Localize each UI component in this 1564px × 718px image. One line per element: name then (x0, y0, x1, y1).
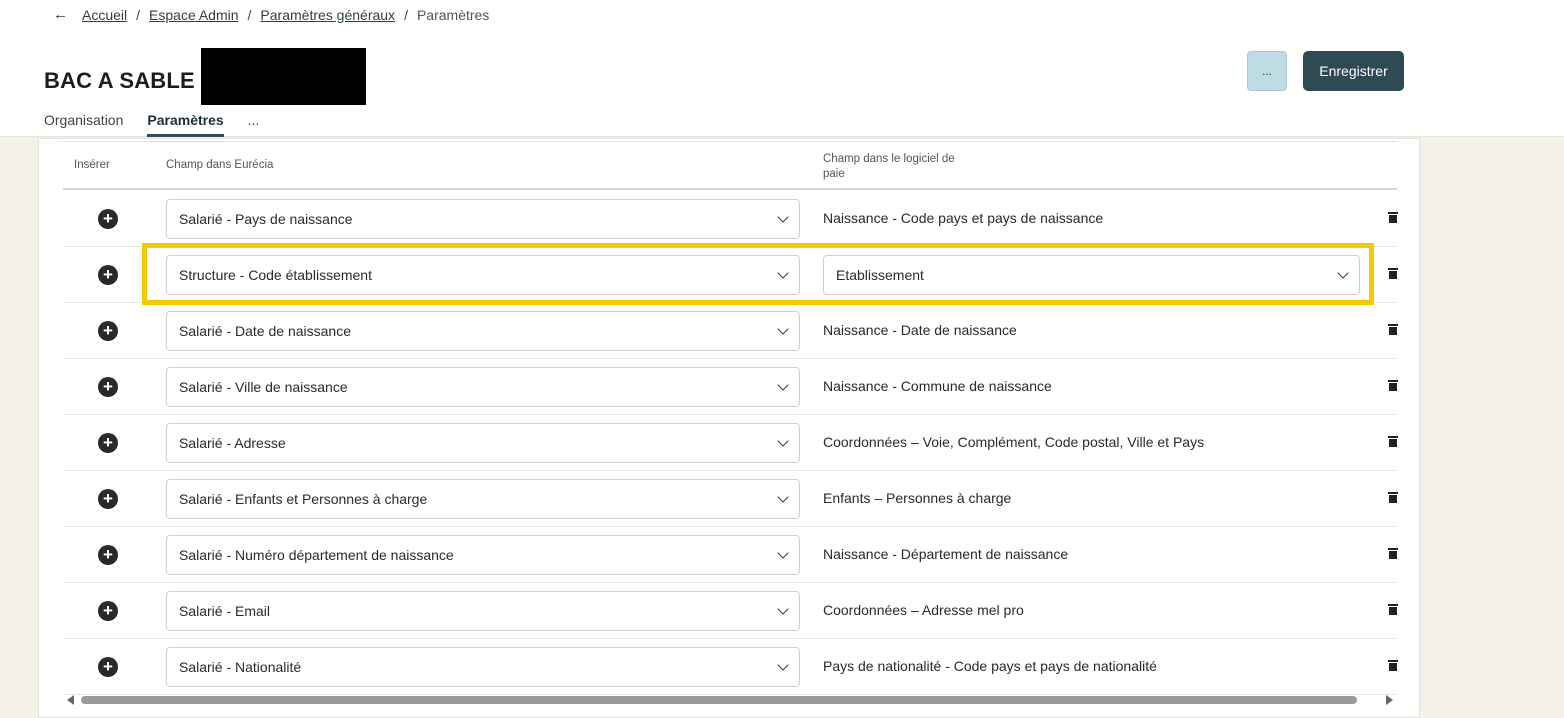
table-row: + Salarié - Email Coordonnées – Adresse … (63, 583, 1398, 639)
breadcrumb-separator: / (247, 6, 252, 23)
breadcrumb-separator: / (136, 6, 141, 23)
header-insert: Insérer (74, 159, 110, 171)
plus-circle-icon[interactable]: + (98, 657, 118, 677)
breadcrumb-accueil[interactable]: Accueil (82, 7, 127, 23)
select-value: Salarié - Pays de naissance (179, 211, 353, 227)
select-value: Salarié - Adresse (179, 435, 286, 451)
eurecia-field-select[interactable]: Salarié - Enfants et Personnes à charge (166, 479, 800, 519)
paie-field-value: Coordonnées – Voie, Complément, Code pos… (823, 434, 1205, 450)
breadcrumb-espace-admin[interactable]: Espace Admin (149, 7, 239, 23)
paie-field-value: Enfants – Personnes à charge (823, 490, 1012, 506)
table-row: + Structure - Code établissement Etablis… (63, 247, 1398, 303)
chevron-down-icon (777, 547, 789, 559)
trash-icon[interactable] (1388, 324, 1398, 335)
plus-circle-icon[interactable]: + (98, 321, 118, 341)
eurecia-field-select[interactable]: Salarié - Numéro département de naissanc… (166, 535, 800, 575)
more-options-button[interactable]: ... (1247, 51, 1287, 91)
chevron-down-icon (777, 435, 789, 447)
eurecia-field-select[interactable]: Salarié - Ville de naissance (166, 367, 800, 407)
tab-bar: Organisation Paramètres ... (44, 112, 283, 137)
chevron-down-icon (1337, 267, 1349, 279)
table-row: + Salarié - Date de naissance Naissance … (63, 303, 1398, 359)
tab-more[interactable]: ... (248, 112, 260, 137)
breadcrumb-current: Paramètres (416, 6, 490, 23)
select-value: Etablissement (836, 267, 924, 283)
trash-icon[interactable] (1388, 380, 1398, 391)
breadcrumb-separator: / (404, 6, 408, 23)
table-row: + Salarié - Pays de naissance Naissance … (63, 191, 1398, 247)
eurecia-field-select[interactable]: Salarié - Pays de naissance (166, 199, 800, 239)
plus-circle-icon[interactable]: + (98, 433, 118, 453)
tab-organisation[interactable]: Organisation (44, 112, 123, 137)
paie-field-value: Naissance - Code pays et pays de naissan… (823, 210, 1104, 226)
chevron-down-icon (777, 267, 789, 279)
plus-circle-icon[interactable]: + (98, 489, 118, 509)
table-row: + Salarié - Adresse Coordonnées – Voie, … (63, 415, 1398, 471)
top-header: ← Accueil / Espace Admin / Paramètres gé… (0, 0, 1564, 137)
paie-field-value: Coordonnées – Adresse mel pro (823, 602, 1024, 618)
paie-field-select[interactable]: Etablissement (823, 255, 1360, 295)
eurecia-field-select[interactable]: Salarié - Date de naissance (166, 311, 800, 351)
select-value: Salarié - Nationalité (179, 659, 302, 675)
scroll-left-icon[interactable] (67, 695, 74, 705)
eurecia-field-select[interactable]: Structure - Code établissement (166, 255, 800, 295)
eurecia-field-select[interactable]: Salarié - Nationalité (166, 647, 800, 687)
table-row: + Salarié - Ville de naissance Naissance… (63, 359, 1398, 415)
plus-circle-icon[interactable]: + (98, 265, 118, 285)
breadcrumb: ← Accueil / Espace Admin / Paramètres gé… (53, 6, 489, 23)
tab-parametres[interactable]: Paramètres (147, 112, 224, 137)
table-row: + Salarié - Nationalité Pays de national… (63, 639, 1398, 695)
trash-icon[interactable] (1388, 436, 1398, 447)
header-eurecia-field: Champ dans Eurécia (166, 159, 274, 171)
redacted-block (201, 48, 366, 105)
chevron-down-icon (777, 211, 789, 223)
table-header: Insérer Champ dans Eurécia Champ dans le… (63, 141, 1397, 190)
chevron-down-icon (777, 659, 789, 671)
trash-icon[interactable] (1388, 548, 1398, 559)
plus-circle-icon[interactable]: + (98, 545, 118, 565)
header-paie-field: Champ dans le logiciel de paie (823, 153, 955, 180)
paie-field-value: Pays de nationalité - Code pays et pays … (823, 658, 1157, 674)
table-row: + Salarié - Numéro département de naissa… (63, 527, 1398, 583)
trash-icon[interactable] (1388, 660, 1398, 671)
page-title: BAC A SABLE (44, 68, 195, 93)
scroll-right-icon[interactable] (1386, 695, 1393, 705)
chevron-down-icon (777, 603, 789, 615)
save-button[interactable]: Enregistrer (1303, 51, 1404, 91)
select-value: Salarié - Ville de naissance (179, 379, 348, 395)
select-value: Salarié - Email (179, 603, 271, 619)
chevron-down-icon (777, 491, 789, 503)
breadcrumb-parametres-generaux[interactable]: Paramètres généraux (260, 7, 395, 23)
scrollbar-thumb[interactable] (81, 696, 1357, 704)
paie-field-value: Naissance - Département de naissance (823, 546, 1069, 562)
paie-field-value: Naissance - Commune de naissance (823, 378, 1052, 394)
plus-circle-icon[interactable]: + (98, 209, 118, 229)
select-value: Structure - Code établissement (179, 267, 372, 283)
eurecia-field-select[interactable]: Salarié - Email (166, 591, 800, 631)
chevron-down-icon (777, 323, 789, 335)
trash-icon[interactable] (1388, 268, 1398, 279)
select-value: Salarié - Numéro département de naissanc… (179, 547, 454, 563)
select-value: Salarié - Date de naissance (179, 323, 351, 339)
select-value: Salarié - Enfants et Personnes à charge (179, 491, 428, 507)
paie-field-value: Naissance - Date de naissance (823, 322, 1017, 338)
trash-icon[interactable] (1388, 604, 1398, 615)
trash-icon[interactable] (1388, 212, 1398, 223)
table-row: + Salarié - Enfants et Personnes à charg… (63, 471, 1398, 527)
horizontal-scrollbar[interactable] (63, 693, 1397, 707)
chevron-down-icon (777, 379, 789, 391)
trash-icon[interactable] (1388, 492, 1398, 503)
arrow-left-icon[interactable]: ← (53, 6, 68, 23)
plus-circle-icon[interactable]: + (98, 377, 118, 397)
eurecia-field-select[interactable]: Salarié - Adresse (166, 423, 800, 463)
mapping-panel: Insérer Champ dans Eurécia Champ dans le… (38, 138, 1420, 718)
plus-circle-icon[interactable]: + (98, 601, 118, 621)
